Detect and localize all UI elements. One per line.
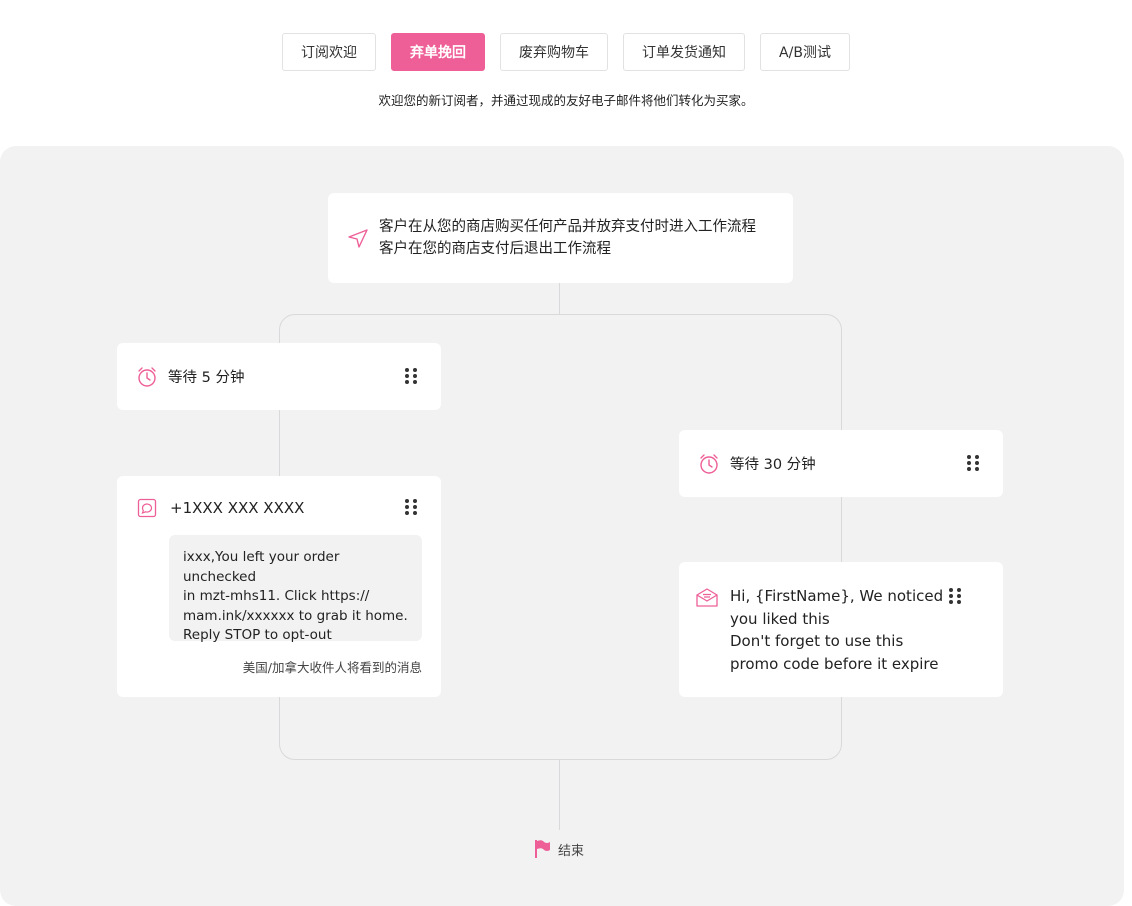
sms-recipient-note: 美国/加拿大收件人将看到的消息: [242, 660, 422, 675]
email-preview-text: Hi, {FirstName}, We noticed you liked th…: [730, 585, 960, 675]
sms-icon: [137, 498, 157, 518]
email-icon: [696, 588, 718, 607]
flag-icon: [535, 840, 550, 858]
sms-message-line: ixxx,You left your order unchecked: [183, 549, 340, 585]
alarm-clock-icon: [700, 453, 718, 474]
tab-abandoned-cart[interactable]: 废弃购物车: [500, 33, 609, 71]
email-line: promo code before it expire: [730, 654, 939, 673]
wait-label: 等待 5 分钟: [168, 370, 245, 386]
sms-message-line: mam.ink/xxxxxx to grab it home.: [183, 607, 408, 624]
workflow-tabs: 订阅欢迎 弃单挽回 废弃购物车 订单发货通知 A/B测试: [0, 33, 1132, 71]
email-line: you liked this: [730, 609, 830, 628]
trigger-enter-text: 客户在从您的商店购买任何产品并放弃支付时进入工作流程: [379, 219, 756, 235]
workflow-end: 结束: [534, 839, 584, 859]
drag-handle-icon[interactable]: [405, 367, 419, 386]
sms-message-line: Reply STOP to opt-out: [183, 627, 332, 643]
drag-handle-icon[interactable]: [949, 588, 963, 606]
workflow-description: 欢迎您的新订阅者，并通过现成的友好电子邮件将他们转化为买家。: [378, 93, 754, 108]
tab-subscribe-welcome[interactable]: 订阅欢迎: [282, 33, 377, 71]
connector-trigger: [559, 283, 560, 314]
drag-handle-icon[interactable]: [967, 454, 981, 473]
email-line: Don't forget to use this: [730, 632, 904, 650]
sms-phone-number: +1XXX XXX XXXX: [170, 499, 305, 517]
tab-shipping-notification[interactable]: 订单发货通知: [623, 33, 746, 71]
workflow-canvas: 客户在从您的商店购买任何产品并放弃支付时进入工作流程 客户在您的商店支付后退出工…: [0, 146, 1124, 906]
tab-ab-test[interactable]: A/B测试: [760, 33, 850, 71]
drag-handle-icon[interactable]: [405, 499, 419, 517]
sms-message-preview: ixxx,You left your order unchecked in mz…: [169, 535, 422, 643]
trigger-card[interactable]: 客户在从您的商店购买任何产品并放弃支付时进入工作流程 客户在您的商店支付后退出工…: [328, 193, 793, 283]
sms-message-line: in mzt-mhs11. Click https://: [183, 588, 370, 604]
wait-label: 等待 30 分钟: [730, 457, 816, 473]
email-card[interactable]: Hi, {FirstName}, We noticed you liked th…: [679, 562, 1003, 697]
trigger-exit-text: 客户在您的商店支付后退出工作流程: [379, 241, 611, 257]
wait-card-30-minutes[interactable]: 等待 30 分钟: [679, 430, 1003, 497]
email-line: Hi, {FirstName}, We noticed: [730, 587, 944, 605]
alarm-clock-icon: [138, 366, 156, 387]
wait-card-5-minutes[interactable]: 等待 5 分钟: [117, 343, 441, 410]
send-icon: [348, 229, 368, 248]
sms-card[interactable]: +1XXX XXX XXXX ixxx,You left your order …: [117, 476, 441, 697]
end-label: 结束: [558, 843, 585, 859]
tab-abandoned-order-recovery[interactable]: 弃单挽回: [391, 33, 486, 71]
connector-end: [559, 760, 560, 830]
